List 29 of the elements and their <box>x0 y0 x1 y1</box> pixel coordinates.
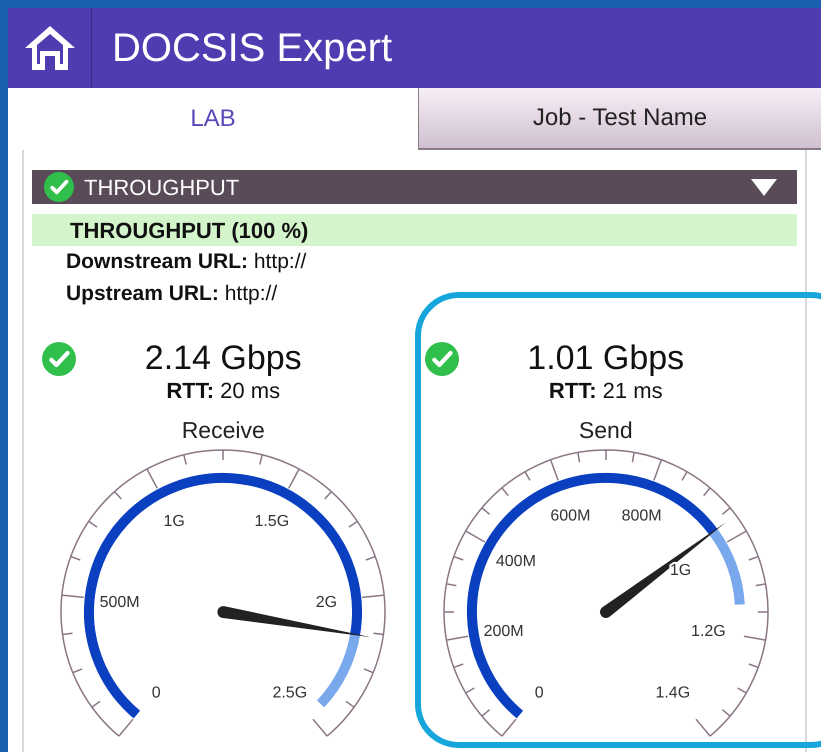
url-line: Upstream URL: http:// <box>66 281 278 307</box>
direction-label: Receive <box>182 416 265 444</box>
gauge-label: 800M <box>621 507 662 524</box>
rtt-value: RTT: 20 ms <box>166 378 280 404</box>
direction-label: Send <box>578 416 633 444</box>
gauge-label: 1.2G <box>690 623 726 640</box>
app-title: DOCSIS Expert <box>112 25 392 72</box>
section-title: THROUGHPUT <box>84 174 240 202</box>
gauge-label: 2.5G <box>272 684 308 702</box>
gauge-label: 0 <box>152 684 161 702</box>
tab[interactable]: Job - Test Name <box>418 88 821 150</box>
section-header[interactable]: THROUGHPUT <box>32 170 797 204</box>
collapse-icon[interactable] <box>751 177 777 197</box>
gauge-label: 200M <box>483 623 524 640</box>
gauge-label: 1G <box>164 513 186 530</box>
gauge-label: 1.4G <box>655 684 690 702</box>
url-line: Downstream URL: http:// <box>66 249 306 275</box>
summary-bar: THROUGHPUT (100 %) <box>32 214 797 246</box>
gauge-label: 400M <box>496 553 536 570</box>
home-icon[interactable] <box>22 24 76 72</box>
gauge-label: 0 <box>534 684 544 702</box>
gauge-label: 500M <box>100 594 140 612</box>
gauge-label: 600M <box>550 507 590 524</box>
gauge-label: 1G <box>670 562 691 579</box>
gauge-label: 1.5G <box>254 513 290 530</box>
gauge-label: 2G <box>316 594 338 612</box>
rtt-value: RTT: 21 ms <box>548 378 663 404</box>
rate-value: 2.14 Gbps <box>144 338 302 378</box>
rate-value: 1.01 Gbps <box>527 338 684 378</box>
